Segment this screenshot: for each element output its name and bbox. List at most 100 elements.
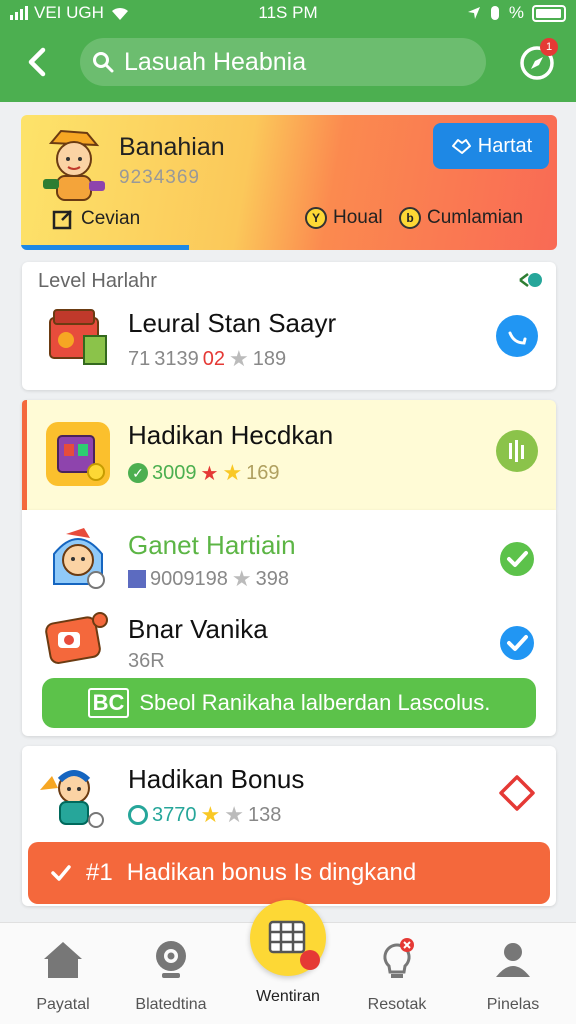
check-icon [500,626,534,660]
diamond-icon [499,775,535,811]
item-meta: 36R [128,650,165,673]
diamond-button[interactable] [496,772,538,814]
promo-button[interactable]: BC Sbeol Ranikaha lalberdan Lascolus. [42,678,536,728]
meta-end: 189 [252,347,287,370]
banner-link-cevian[interactable]: Cevian [51,207,140,231]
item-meta: 3770 ★ ★ 138 [128,802,281,828]
nav-item-blatedtina[interactable]: Blatedtina [116,937,226,1021]
check-icon [51,865,71,881]
list-item[interactable]: Hadikan Bonus 3770 ★ ★ 138 [22,746,556,838]
list-item[interactable]: Hadikan Hecdkan ✓ 3009 ★ ★ 169 [27,400,556,510]
nav-item-wentiran[interactable] [250,900,326,976]
item-meta: 71 3139 02 ★ 189 [128,346,286,372]
location-icon [467,7,480,19]
flame-icon: ★ [200,462,219,485]
lightbulb-icon [383,938,414,978]
list-item[interactable]: Bnar Vanika 36R [22,600,556,680]
meta-value: 36R [128,650,165,672]
banner-link-cumlamian[interactable]: b Cumlamian [399,207,523,229]
banner-action-button[interactable]: Hartat [433,123,549,169]
nav-item-resotak[interactable]: Resotak [342,937,452,1021]
nav-label: Pinelas [486,996,540,1013]
status-bar: VEI UGH 11S PM % [0,0,576,26]
nav-label: Blatedtina [135,996,207,1013]
grid-icon [268,920,320,970]
item-title: Leural Stan Saayr [128,308,337,338]
check-icon [500,542,534,576]
meta-end: 398 [255,567,289,590]
meta-value: 9009198 [150,567,228,590]
banner-link-cevian-label: Cevian [81,208,141,229]
bonus-card: Hadikan Bonus 3770 ★ ★ 138 #1 Hadikan bo… [22,746,556,906]
search-input[interactable] [124,47,464,77]
refresh-icon [128,805,148,825]
gift-box-icon [46,422,110,486]
profile-name: Banahian [119,133,225,161]
meta-end: 138 [247,803,282,826]
level-card: Level Harlahr Leural Stan Saayr 71 3139 … [22,262,556,390]
list-item[interactable]: Ganet Hartiain 9009198 ★ 398 [22,510,556,600]
edit-icon [52,210,72,230]
meta-value: 3139 [154,347,199,370]
girl-avatar-icon [53,528,105,589]
claim-bonus-button[interactable]: #1 Hadikan bonus Is dingkand [28,842,550,904]
back-button[interactable] [16,40,60,84]
profile-code: 9234369 [119,167,200,188]
item-meta: ✓ 3009 ★ ★ 169 [128,460,280,486]
mascot-icon [43,129,105,201]
star-icon: ★ [222,460,243,485]
coin-icon: Y [305,207,327,229]
banner-link-houal[interactable]: Y Houal [305,207,383,229]
meta-highlight: 02 [202,347,225,370]
list-item[interactable]: Leural Stan Saayr 71 3139 02 ★ 189 [22,282,556,392]
profile-banner: Banahian 9234369 Hartat Cevian Y Houal b… [21,115,557,250]
promo-label: Sbeol Ranikaha lalberdan Lascolus. [139,690,491,715]
meta-value: 3770 [152,803,197,826]
webcam-icon [156,941,186,978]
check-icon: ✓ [128,463,148,483]
star-icon: ★ [200,802,221,827]
search-icon [93,52,114,73]
meta-prefix: 71 [128,347,151,370]
banner-progress [21,245,189,250]
nav-label: Resotak [367,996,427,1013]
handshake-icon [451,139,471,154]
banner-action-label: Hartat [477,134,533,157]
banner-link-houal-label: Houal [333,207,383,228]
featured-card: Hadikan Hecdkan ✓ 3009 ★ ★ 169 [22,400,556,510]
battery-icon [532,4,566,22]
promo-code: BC [87,688,130,718]
phone-icon [508,331,527,345]
home-icon [44,942,82,978]
star-icon: ★ [229,346,249,371]
folder-icon [49,309,107,365]
item-title: Hadikan Bonus [128,764,305,794]
nav-label-active: Wentiran [256,988,320,1005]
badge-icon [45,612,108,664]
app-header: VEI UGH 11S PM % 1 [0,0,576,102]
person-icon [496,943,530,977]
check-button[interactable] [496,622,538,664]
check-button[interactable] [496,538,538,580]
notification-badge: 1 [540,38,558,56]
item-title: Ganet Hartiain [128,530,296,560]
coin-icon: b [399,207,421,229]
status-right: % [467,3,566,23]
banner-link-cumlamian-label: Cumlamian [427,207,524,228]
item-meta: 9009198 ★ 398 [128,566,289,592]
bonus-bar-code: #1 [86,859,113,886]
flag-icon [128,570,146,588]
stats-button[interactable] [496,430,538,472]
star-icon: ★ [224,802,244,827]
call-button[interactable] [496,315,538,357]
battery-label: % [508,3,524,22]
nav-item-payatal[interactable]: Payatal [8,937,118,1021]
equalizer-icon [509,440,524,462]
star-icon: ★ [231,566,252,591]
chevron-left-icon [28,47,46,77]
nav-item-pinelas[interactable]: Pinelas [458,937,568,1021]
games-card: Ganet Hartiain 9009198 ★ 398 Bnar Vanika… [22,510,556,736]
nav-label: Payatal [36,996,90,1013]
search-bar[interactable] [80,38,486,86]
boy-avatar-icon [40,770,104,828]
